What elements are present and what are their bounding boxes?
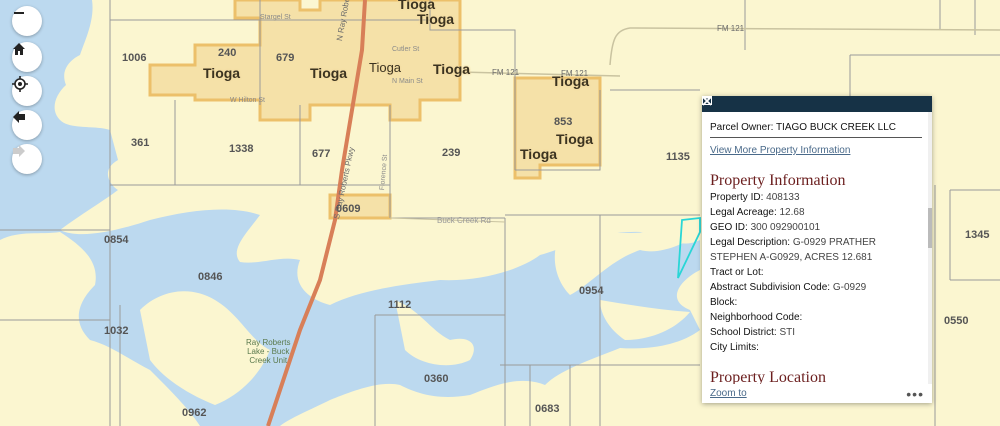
arrow-right-icon	[13, 145, 25, 157]
park-label: Ray Roberts Lake - Buck Creek Unit	[246, 338, 290, 365]
locate-button[interactable]	[12, 76, 42, 106]
park-label-line: Ray Roberts	[246, 338, 291, 347]
locate-icon	[12, 76, 28, 92]
parcel-label: 0550	[944, 315, 969, 327]
property-field-row: Legal Acreage: 12.68	[710, 205, 924, 220]
town-label: Tioga	[417, 11, 455, 27]
property-field-row: Neighborhood Code:	[710, 310, 924, 325]
popup-content[interactable]: Parcel Owner: TIAGO BUCK CREEK LLC View …	[702, 112, 932, 384]
parcel-label: 240	[218, 47, 237, 59]
road-label: FM 121	[492, 68, 520, 77]
field-key: City Limits:	[710, 342, 759, 353]
property-field-row: Tract or Lot:	[710, 265, 924, 280]
popup-titlebar	[702, 96, 932, 112]
field-key: Abstract Subdivision Code:	[710, 282, 831, 293]
field-key: Legal Acreage:	[710, 207, 777, 218]
field-key: Neighborhood Code:	[710, 312, 803, 323]
parcel-label: 0360	[424, 373, 449, 385]
parcel-popup[interactable]: Parcel Owner: TIAGO BUCK CREEK LLC View …	[702, 96, 932, 403]
town-label: Tioga	[369, 60, 402, 75]
parcel-label: 1338	[229, 143, 254, 155]
property-field-row: City Limits:	[710, 340, 924, 355]
parcel-label: 0854	[104, 234, 129, 246]
field-key: GEO ID:	[710, 222, 748, 233]
maximize-button[interactable]	[702, 96, 911, 110]
arrow-left-icon	[13, 111, 25, 123]
field-value: G-0929	[832, 282, 867, 293]
parcel-label: 1135	[666, 151, 690, 163]
popup-scrollbar[interactable]	[928, 112, 932, 384]
parcel-label: 1032	[104, 325, 129, 337]
property-field-row: Property ID: 408133	[710, 190, 924, 205]
parcel-label: 677	[312, 148, 331, 160]
close-button[interactable]	[702, 96, 928, 110]
town-label: Tioga	[520, 146, 558, 162]
more-options-button[interactable]: •••	[906, 387, 924, 401]
parcel-label: 1345	[965, 229, 990, 241]
town-label: Tioga	[433, 61, 471, 77]
parcel-label: 239	[442, 147, 461, 159]
view-more-link[interactable]: View More Property Information	[710, 145, 924, 156]
parcel-owner: Parcel Owner: TIAGO BUCK CREEK LLC	[710, 122, 922, 138]
section-title: Property Information	[710, 172, 846, 189]
field-key: Property ID:	[710, 192, 764, 203]
property-field-row: Legal Description: G-0929 PRATHER STEPHE…	[710, 235, 924, 265]
field-value: 408133	[766, 192, 800, 203]
home-button[interactable]	[12, 42, 42, 72]
property-field-row: School District: STI	[710, 325, 924, 340]
street-label: N Main St	[392, 78, 423, 85]
parcel-label: 0846	[198, 271, 223, 283]
section-title: Property Location	[710, 369, 826, 384]
property-field-row: Block:	[710, 295, 924, 310]
parcel-label: 1112	[388, 299, 412, 311]
field-value: STI	[779, 327, 796, 338]
town-label: Tioga	[556, 131, 594, 147]
back-button[interactable]	[12, 110, 42, 140]
street-label: W Hilton St	[230, 97, 266, 104]
property-field-row: GEO ID: 300 092900101	[710, 220, 924, 235]
town-label: Tioga	[310, 65, 348, 81]
map-view[interactable]: 1006 240 679 361 1338 677 239 853 1135 0…	[0, 0, 1000, 426]
parcel-label: 0683	[535, 403, 560, 415]
parcel-label: 0962	[182, 407, 207, 419]
park-label-line: Creek Unit	[249, 356, 288, 365]
road-label: Buck Creek Rd	[437, 216, 491, 225]
home-icon	[13, 43, 25, 55]
parcel-label: 0954	[579, 285, 604, 297]
parcel-label: 1006	[122, 52, 147, 64]
property-field-row: Abstract Subdivision Code: G-0929	[710, 280, 924, 295]
road-label: FM 121	[717, 24, 745, 33]
zoom-to-link[interactable]: Zoom to	[710, 388, 747, 399]
close-icon	[702, 96, 712, 106]
property-fields: Property ID: 408133 Legal Acreage: 12.68 G…	[710, 190, 924, 355]
road-label: FM 121	[561, 69, 589, 78]
minus-icon	[14, 12, 24, 14]
park-label-line: Lake - Buck	[247, 347, 290, 356]
street-label: Stargel St	[260, 14, 291, 21]
town-label: Tioga	[203, 65, 241, 81]
field-value: 12.68	[779, 207, 805, 218]
field-key: School District:	[710, 327, 777, 338]
popup-footer: Zoom to •••	[702, 384, 932, 403]
field-value: 300 092900101	[750, 222, 821, 233]
field-key: Block:	[710, 297, 738, 308]
street-label: Cutler St	[392, 46, 420, 53]
parcel-label: 679	[276, 52, 295, 64]
scrollbar-thumb[interactable]	[928, 208, 932, 248]
forward-button[interactable]	[12, 144, 42, 174]
parcel-label: 361	[131, 137, 150, 149]
field-key: Tract or Lot:	[710, 267, 764, 278]
zoom-out-button[interactable]	[12, 6, 42, 36]
field-key: Legal Description:	[710, 237, 791, 248]
parcel-label: 853	[554, 116, 573, 128]
